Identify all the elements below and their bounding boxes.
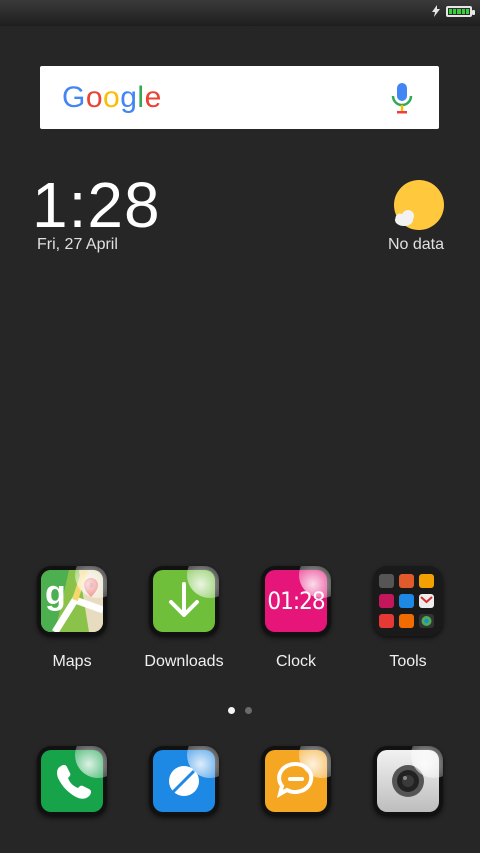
weather-sun-cloud-icon <box>392 180 444 232</box>
clock-widget[interactable]: 1:28 Fri, 27 April <box>32 168 161 254</box>
charging-icon <box>432 5 440 17</box>
google-logo: Google <box>62 81 162 114</box>
browser-icon <box>149 746 219 816</box>
google-search-bar[interactable]: Google <box>40 66 439 129</box>
tools-folder-icon <box>373 566 443 636</box>
page-indicator <box>0 707 480 714</box>
page-dot-1[interactable] <box>228 707 235 714</box>
dock-camera[interactable] <box>353 746 463 816</box>
messaging-icon <box>261 746 331 816</box>
status-bar <box>0 0 480 26</box>
app-clock[interactable]: 01:28 Clock <box>241 566 351 671</box>
app-label: Maps <box>52 653 92 670</box>
folder-tools[interactable]: Tools <box>353 566 463 671</box>
maps-icon: g <box>37 566 107 636</box>
phone-icon <box>37 746 107 816</box>
app-label: Clock <box>275 653 316 670</box>
clock-time: 1:28 <box>32 169 161 241</box>
microphone-icon[interactable] <box>391 82 413 114</box>
dock-messaging[interactable] <box>241 746 351 816</box>
status-icons <box>432 5 475 17</box>
app-maps[interactable]: g Maps <box>17 566 127 671</box>
clock-icon: 01:28 <box>261 566 331 636</box>
camera-icon <box>373 746 443 816</box>
app-label: Tools <box>389 653 427 670</box>
dock-browser[interactable] <box>129 746 239 816</box>
dock-phone[interactable] <box>17 746 127 816</box>
dock <box>0 746 480 816</box>
weather-widget[interactable]: No data <box>388 180 444 254</box>
app-label: Downloads <box>144 653 224 670</box>
downloads-icon <box>149 566 219 636</box>
home-app-row: g Maps Downloads 01:28 Clock Tools <box>0 566 480 671</box>
battery-icon <box>446 5 475 17</box>
weather-status: No data <box>387 236 444 253</box>
app-downloads[interactable]: Downloads <box>129 566 239 671</box>
svg-text:g: g <box>45 574 66 612</box>
page-dot-2[interactable] <box>245 707 252 714</box>
